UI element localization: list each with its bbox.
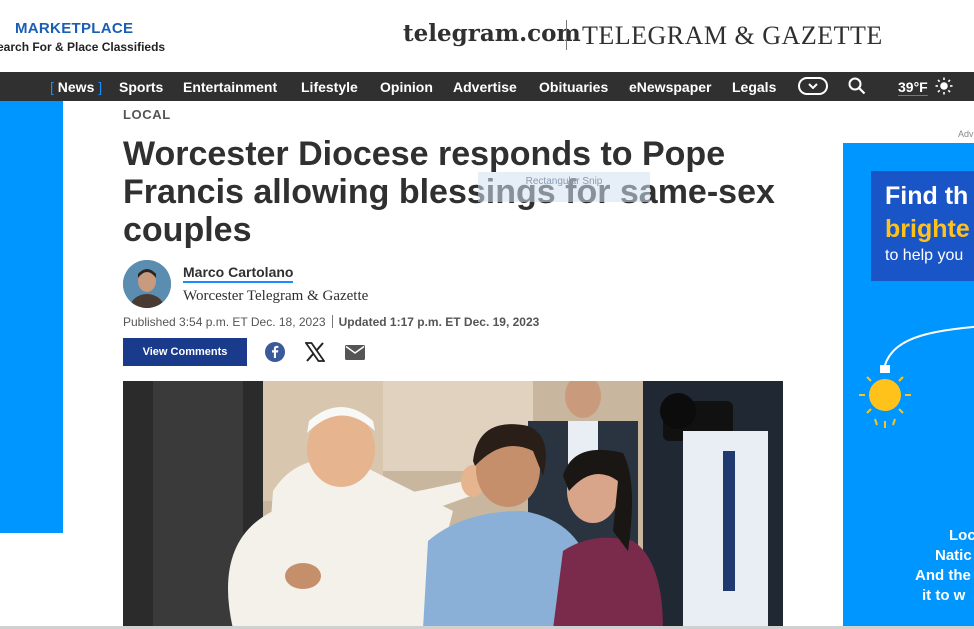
logo-divider [566,20,567,50]
x-icon[interactable] [304,342,326,367]
nav-item-opinion[interactable]: Opinion [380,79,433,95]
ad-bottom-text: Loc Natic And the it to w [909,526,974,606]
ad-line-3: to help you [885,247,964,264]
ad-line-1: Find th [885,182,969,210]
author-organization: Worcester Telegram & Gazette [183,288,369,304]
ad-bottom-line: it to w [922,587,966,604]
nav-item-entertainment[interactable]: Entertainment [183,79,277,95]
view-comments-button[interactable]: View Comments [123,338,247,366]
nav-item-advertise[interactable]: Advertise [453,79,517,95]
weather-link[interactable]: 39°F [898,79,928,95]
site-logo[interactable]: telegram.com [403,20,581,47]
sun-icon [935,77,953,100]
snip-watermark: Rectangular Snip [478,172,650,202]
nav-item-label: News [57,79,95,95]
article-hero-photo[interactable] [123,381,783,629]
left-ad-rail[interactable] [0,101,63,533]
section-label[interactable]: LOCAL [123,107,171,122]
lightbulb-icon [855,325,974,440]
search-button[interactable] [848,77,866,100]
marketplace-link[interactable]: MARKETPLACE [15,20,133,37]
ad-bottom-line: Loc [949,527,974,544]
main-nav: [ News ] Sports Entertainment Lifestyle … [0,72,974,101]
published-date: Published 3:54 p.m. ET Dec. 18, 2023 [123,315,326,329]
marketplace-subtitle: earch For & Place Classifieds [0,40,166,54]
ad-bottom-line: Natic [935,547,972,564]
paper-logo[interactable]: TELEGRAM & GAZETTE [582,21,883,51]
article-headline: Worcester Diocese responds to Pope Franc… [123,135,775,249]
nav-item-legals[interactable]: Legals [732,79,776,95]
nav-item-sports[interactable]: Sports [119,79,163,95]
search-icon [848,77,866,95]
ad-label: Adv [958,129,974,139]
ad-line-2: brighte [885,215,970,243]
author-name-link[interactable]: Marco Cartolano [183,264,294,283]
dateline: Published 3:54 p.m. ET Dec. 18, 2023 Upda… [123,315,539,329]
nav-item-lifestyle[interactable]: Lifestyle [301,79,358,95]
dateline-divider [331,315,333,328]
author-avatar[interactable] [123,260,171,308]
updated-date: Updated 1:17 p.m. ET Dec. 19, 2023 [338,315,540,329]
ad-bottom-line: And the [915,567,971,584]
email-icon[interactable] [345,345,365,365]
right-ad-banner[interactable]: Find th brighte to help you Loc Natic An… [843,143,974,629]
facebook-icon[interactable] [265,342,285,367]
nav-item-news[interactable]: [ News ] [50,79,102,95]
nav-item-obituaries[interactable]: Obituaries [539,79,608,95]
masthead: MARKETPLACE earch For & Place Classified… [0,0,974,72]
chevron-down-icon [808,83,818,89]
nav-item-enewspaper[interactable]: eNewspaper [629,79,711,95]
more-menu-button[interactable] [798,77,828,95]
